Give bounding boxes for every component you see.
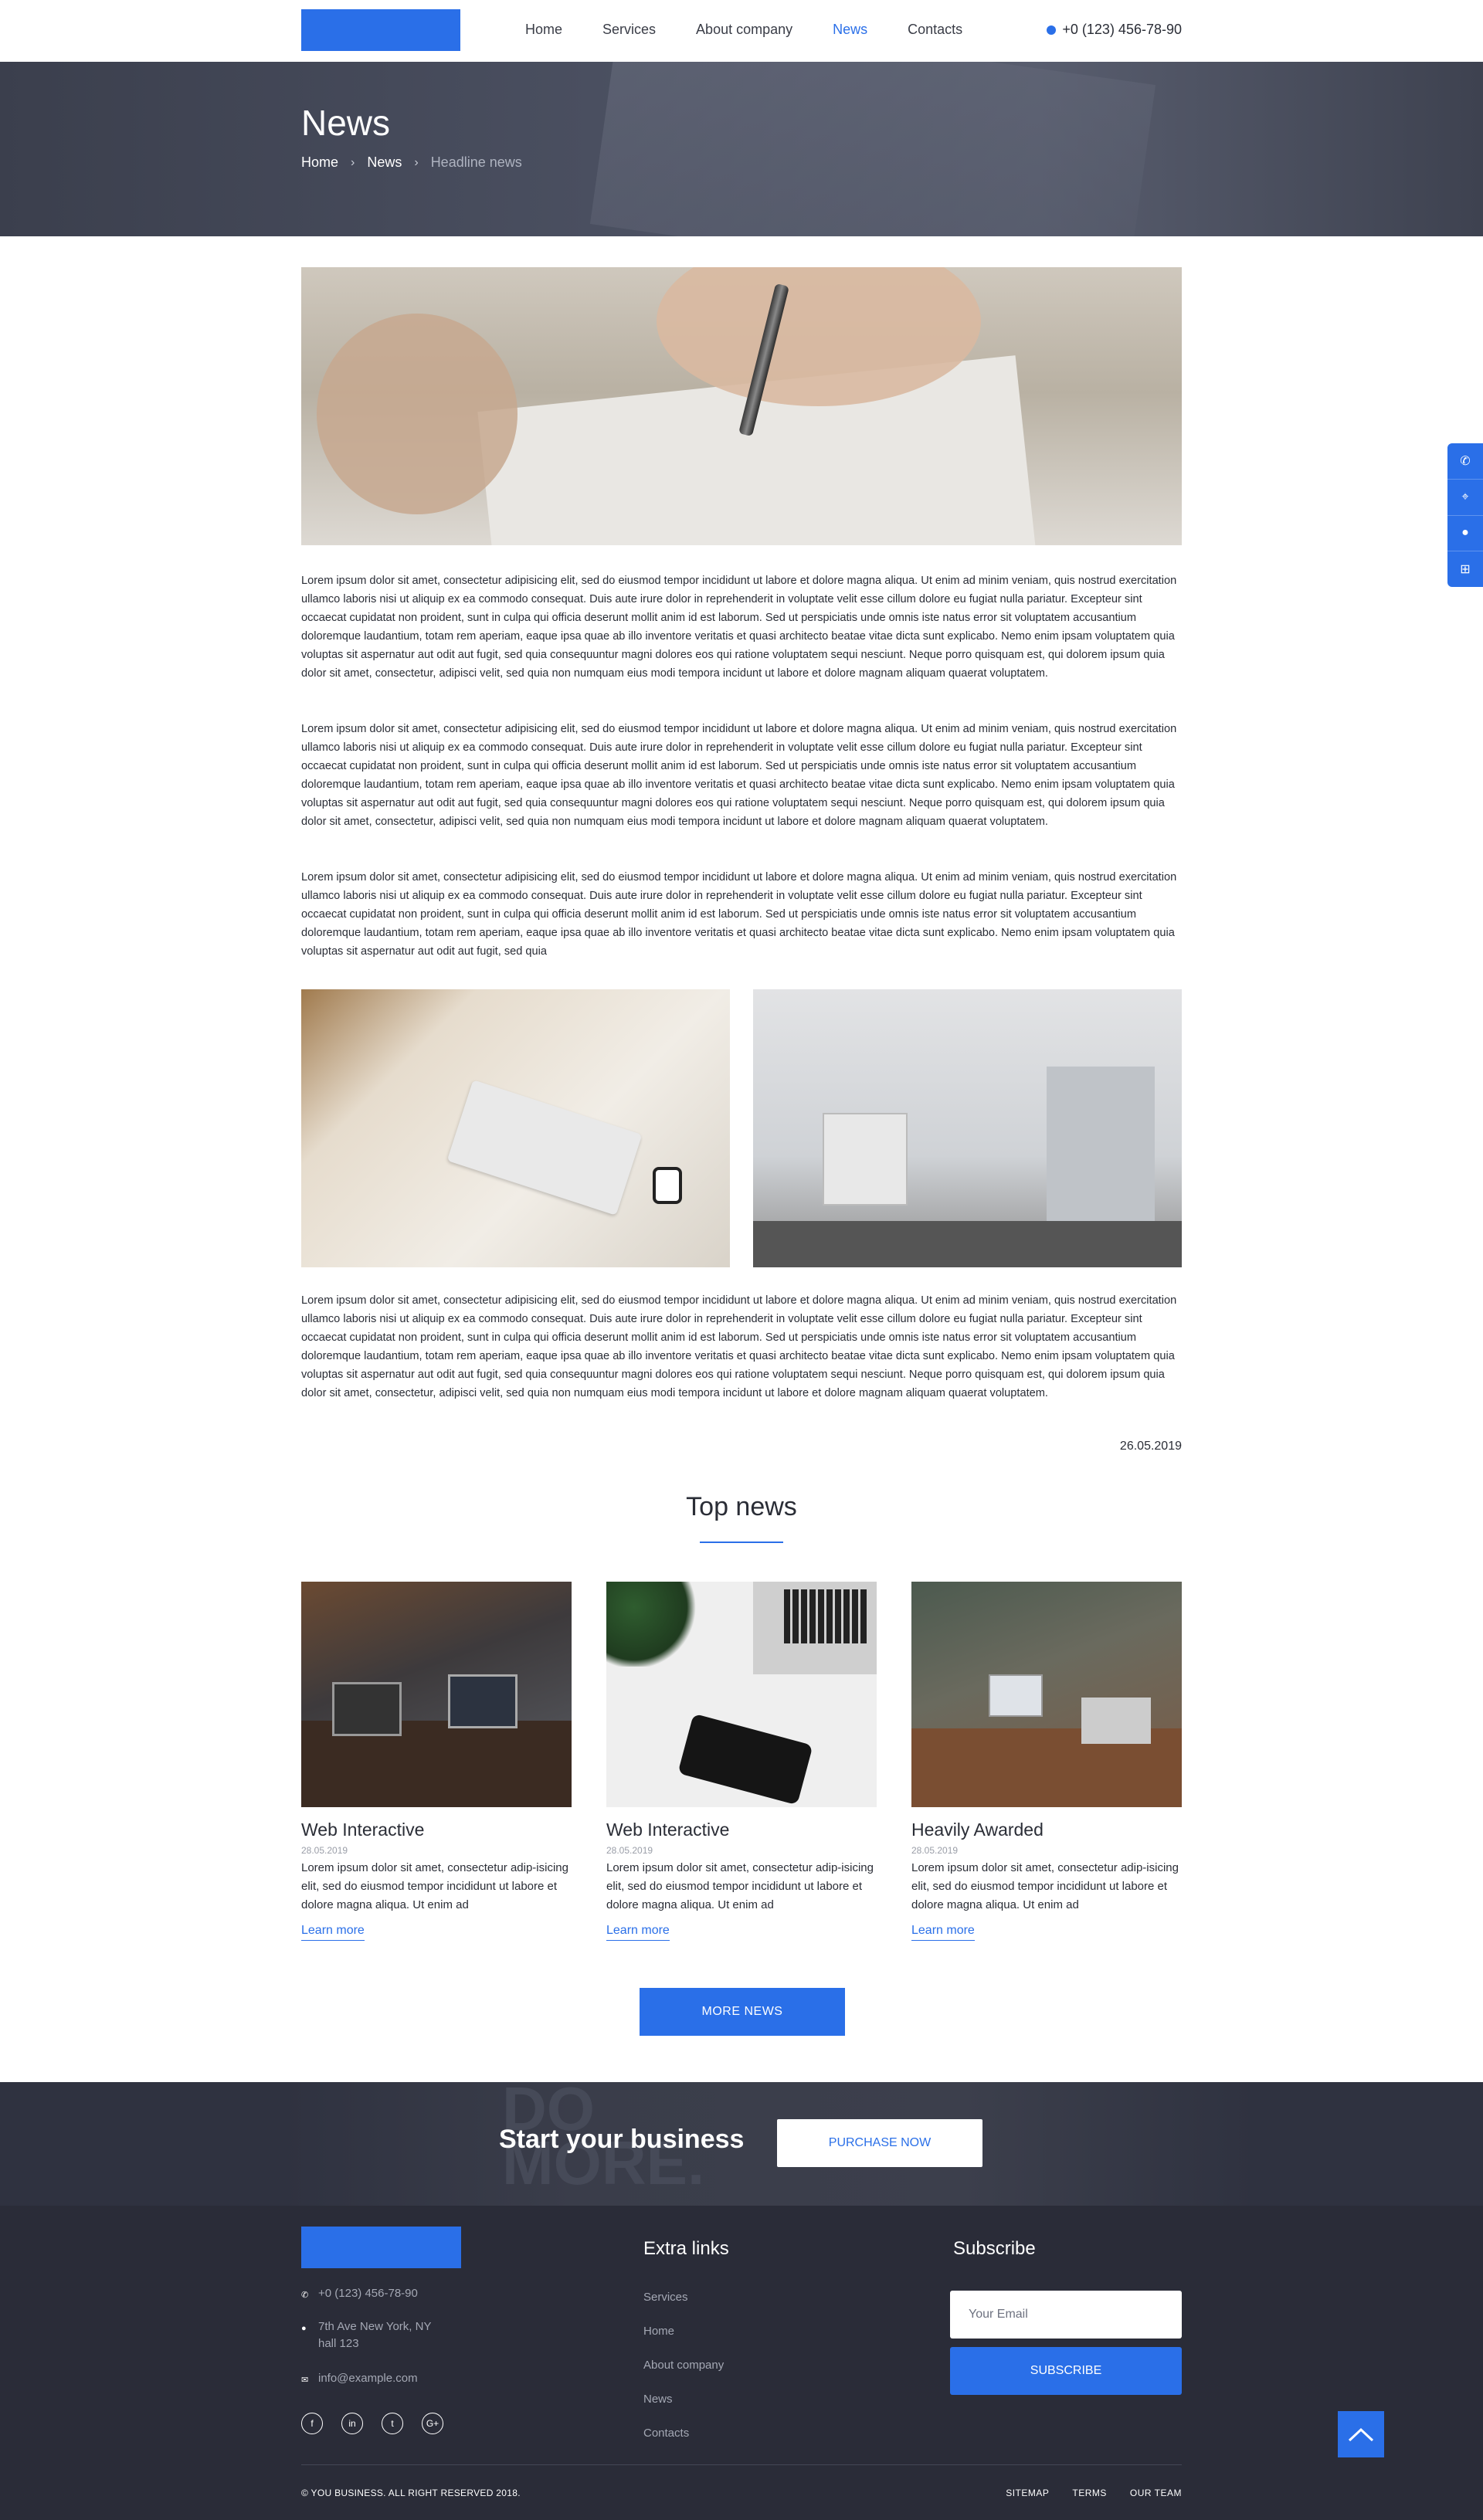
linkedin-icon[interactable]: in — [341, 2413, 363, 2434]
top-news-title: Top news — [686, 1492, 797, 1521]
page-banner: News Home › News › Headline news — [0, 62, 1483, 236]
side-contact-widget: ✆ ⌖ ● ⊞ — [1447, 443, 1483, 587]
address-line-2: hall 123 — [318, 2337, 359, 2350]
news-card-text: Lorem ipsum dolor sit amet, consectetur … — [606, 1861, 874, 1911]
copyright: © YOU BUSINESS. ALL RIGHT RESERVED 2018. — [301, 2488, 521, 2498]
footer-link-contacts[interactable]: Contacts — [643, 2425, 724, 2442]
article-paragraph: Lorem ipsum dolor sit amet, consectetur … — [301, 723, 1177, 828]
facebook-icon[interactable]: f — [301, 2413, 323, 2434]
footer-phone[interactable]: ✆ +0 (123) 456-78-90 — [301, 2285, 418, 2304]
phone-icon: ✆ — [301, 2291, 309, 2300]
news-card-title[interactable]: Web Interactive — [606, 1820, 877, 1840]
cta-title: Start your business — [499, 2125, 745, 2154]
our-team-link[interactable]: OUR TEAM — [1130, 2488, 1182, 2498]
social-links: f in t G+ — [301, 2413, 443, 2434]
footer-link-news[interactable]: News — [643, 2391, 724, 2408]
sitemap-link[interactable]: SITEMAP — [1006, 2488, 1049, 2498]
subscribe-email-input[interactable] — [950, 2291, 1182, 2339]
footer-address: ● 7th Ave New York, NY hall 123 — [301, 2318, 431, 2352]
news-card-text: Lorem ipsum dolor sit amet, consectetur … — [911, 1861, 1179, 1911]
article-paragraph: Lorem ipsum dolor sit amet, consectetur … — [301, 1294, 1177, 1399]
nav-about-company[interactable]: About company — [696, 22, 792, 38]
subscribe-button[interactable]: SUBSCRIBE — [950, 2347, 1182, 2395]
site-header: Home Services About company News Contact… — [0, 0, 1483, 62]
footer-logo[interactable] — [301, 2227, 461, 2268]
main-nav: Home Services About company News Contact… — [525, 22, 1003, 38]
article-date: 26.05.2019 — [1119, 1440, 1182, 1453]
footer-address-text: 7th Ave New York, NY hall 123 — [318, 2318, 431, 2352]
footer-link-services[interactable]: Services — [643, 2289, 724, 2306]
nav-news[interactable]: News — [833, 22, 867, 38]
terms-link[interactable]: TERMS — [1072, 2488, 1107, 2498]
phone-icon[interactable]: ✆ — [1447, 443, 1483, 480]
breadcrumb-home[interactable]: Home — [301, 154, 338, 171]
page-title: News — [301, 103, 391, 143]
footer-phone-text: +0 (123) 456-78-90 — [318, 2287, 418, 2300]
section-divider — [700, 1542, 783, 1543]
chevron-right-icon: › — [351, 155, 355, 169]
chevron-up-icon — [1348, 2427, 1374, 2442]
phone-icon — [1047, 25, 1057, 35]
news-card-text: Lorem ipsum dolor sit amet, consectetur … — [301, 1861, 568, 1911]
news-card-image[interactable] — [606, 1582, 877, 1807]
footer-link-home[interactable]: Home — [643, 2323, 724, 2340]
learn-more-link[interactable]: Learn more — [301, 1924, 365, 1941]
subscribe-title: Subscribe — [953, 2238, 1036, 2259]
footer-email-text: info@example.com — [318, 2372, 418, 2385]
google-plus-icon[interactable]: G+ — [422, 2413, 443, 2434]
extra-links-title: Extra links — [643, 2238, 729, 2259]
article-hero-image — [301, 267, 1182, 545]
twitter-icon[interactable]: t — [382, 2413, 403, 2434]
header-phone[interactable]: +0 (123) 456-78-90 — [1047, 22, 1182, 38]
chat-icon[interactable]: ● — [1447, 516, 1483, 552]
news-card-date: 28.05.2019 — [606, 1845, 653, 1856]
footer-email[interactable]: ✉ info@example.com — [301, 2370, 418, 2389]
news-card-title[interactable]: Web Interactive — [301, 1820, 572, 1840]
breadcrumb-news[interactable]: News — [367, 154, 402, 171]
footer-bottom-links: SITEMAP TERMS OUR TEAM — [1006, 2488, 1182, 2498]
map-pin-icon: ● — [301, 2324, 307, 2333]
nav-services[interactable]: Services — [602, 22, 656, 38]
news-card: Heavily Awarded 28.05.2019 Lorem ipsum d… — [911, 1582, 1182, 1941]
address-line-1: 7th Ave New York, NY — [318, 2320, 432, 2333]
news-card-date: 28.05.2019 — [911, 1845, 959, 1856]
mail-icon: ✉ — [301, 2376, 309, 2385]
news-card-image[interactable] — [911, 1582, 1182, 1807]
learn-more-link[interactable]: Learn more — [911, 1924, 975, 1941]
article-image-office — [753, 989, 1182, 1267]
header-phone-number: +0 (123) 456-78-90 — [1062, 22, 1182, 37]
footer-link-about-company[interactable]: About company — [643, 2357, 724, 2374]
site-logo[interactable] — [301, 9, 460, 51]
more-news-button[interactable]: MORE NEWS — [640, 1988, 845, 2036]
extra-links-list: Services Home About company News Contact… — [643, 2289, 724, 2442]
article-paragraph: Lorem ipsum dolor sit amet, consectetur … — [301, 575, 1177, 680]
breadcrumb: Home › News › Headline news — [301, 154, 522, 171]
site-footer: ✆ +0 (123) 456-78-90 ● 7th Ave New York,… — [0, 2206, 1483, 2520]
news-card-title[interactable]: Heavily Awarded — [911, 1820, 1182, 1840]
scroll-to-top-button[interactable] — [1338, 2411, 1384, 2457]
news-card: Web Interactive 28.05.2019 Lorem ipsum d… — [301, 1582, 572, 1941]
news-card-image[interactable] — [301, 1582, 572, 1807]
news-card-date: 28.05.2019 — [301, 1845, 348, 1856]
nav-home[interactable]: Home — [525, 22, 562, 38]
cart-icon[interactable]: ⊞ — [1447, 551, 1483, 587]
article-image-keyboard — [301, 989, 730, 1267]
chevron-right-icon: › — [414, 155, 419, 169]
purchase-now-button[interactable]: PURCHASE NOW — [777, 2119, 982, 2167]
footer-divider — [301, 2464, 1182, 2465]
cta-section: DO MORE. Start your business PURCHASE NO… — [0, 2082, 1483, 2206]
article-paragraph: Lorem ipsum dolor sit amet, consectetur … — [301, 871, 1177, 958]
cta-background-image — [282, 2082, 1255, 2206]
map-pin-icon[interactable]: ⌖ — [1447, 480, 1483, 516]
banner-background-image — [589, 62, 1156, 236]
nav-contacts[interactable]: Contacts — [908, 22, 962, 38]
learn-more-link[interactable]: Learn more — [606, 1924, 670, 1941]
news-card: Web Interactive 28.05.2019 Lorem ipsum d… — [606, 1582, 877, 1941]
breadcrumb-current: Headline news — [430, 154, 522, 170]
